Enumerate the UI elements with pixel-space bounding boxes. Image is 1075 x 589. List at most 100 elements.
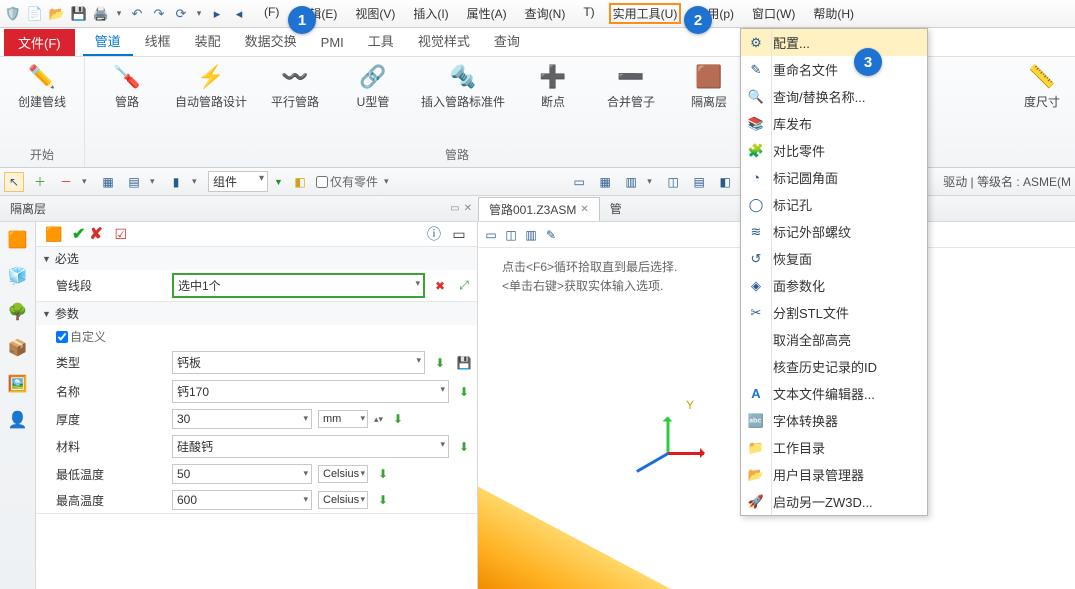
color-icon[interactable]: ▮ (166, 172, 186, 192)
download-icon[interactable]: ⬇ (374, 491, 392, 509)
vp-i3[interactable]: ▥ (522, 226, 540, 244)
menu-param[interactable]: ◈面参数化 (741, 272, 927, 299)
btn-route[interactable]: 🪛管路 (91, 61, 163, 109)
v6-icon[interactable]: ◧ (715, 172, 735, 192)
tab-tools[interactable]: 工具 (356, 27, 406, 56)
btn-dim[interactable]: 📏度尺寸 (1006, 61, 1075, 109)
menu-userdir[interactable]: 📂用户目录管理器 (741, 461, 927, 488)
menu-hole[interactable]: ◯标记孔 (741, 191, 927, 218)
section-params[interactable]: ▼参数 (36, 302, 477, 325)
sel-more[interactable]: ▾ (82, 176, 92, 187)
save-icon[interactable]: 💾 (70, 5, 88, 23)
close-panel-icon[interactable]: ✕ (464, 203, 472, 214)
name-input[interactable]: 钙170 (172, 380, 449, 403)
menu-restore[interactable]: ↺恢复面 (741, 245, 927, 272)
print-icon[interactable]: 🖨️ (92, 5, 110, 23)
back-icon[interactable]: ◂ (230, 5, 248, 23)
menu-launch[interactable]: 🚀启动另一ZW3D... (741, 488, 927, 515)
seg-input[interactable]: 选中1个 (172, 273, 425, 298)
tab-visual[interactable]: 视觉样式 (406, 27, 482, 56)
menu-query[interactable]: 查询(N) (521, 3, 570, 24)
refresh-icon[interactable]: ⟳ (172, 5, 190, 23)
qat-more-icon[interactable]: ▾ (114, 5, 124, 23)
redo-icon[interactable]: ↷ (150, 5, 168, 23)
doctab-2[interactable]: 管 (600, 197, 632, 220)
new-icon[interactable]: 📄 (26, 5, 44, 23)
tab-query2[interactable]: 查询 (482, 27, 532, 56)
v3-icon[interactable]: ▥ (621, 172, 641, 192)
menu-file[interactable]: (F) (260, 3, 283, 24)
doctab-1[interactable]: 管路001.Z3ASM✕ (478, 197, 600, 221)
vp-i2[interactable]: ◫ (502, 226, 520, 244)
tab-pipe[interactable]: 管道 (83, 27, 133, 56)
dock-icon[interactable]: ▭ (450, 203, 459, 214)
tab-asm[interactable]: 装配 (183, 27, 233, 56)
filter-icon[interactable]: ▼ (274, 177, 284, 187)
btn-create-pipeline[interactable]: ✏️创建管线 (6, 61, 78, 109)
filter1-icon[interactable]: ▦ (98, 172, 118, 192)
rail-tree-icon[interactable]: 🌳 (6, 300, 30, 324)
menu-unhl[interactable]: 取消全部高亮 (741, 326, 927, 353)
tmax-input[interactable]: 600 (172, 490, 312, 510)
file-tab[interactable]: 文件(F) (4, 29, 75, 56)
f-more[interactable]: ▾ (150, 176, 160, 187)
plus-icon[interactable]: ＋ (30, 172, 50, 192)
rail-cube-icon[interactable]: 🧊 (6, 264, 30, 288)
menu-histid[interactable]: 核查历史记录的ID (741, 353, 927, 380)
section-required[interactable]: ▼必选 (36, 247, 477, 270)
menu-thread[interactable]: ≋标记外部螺纹 (741, 218, 927, 245)
menu-rename[interactable]: ✎重命名文件 (741, 56, 927, 83)
rail-pipe-icon[interactable]: 🟧 (6, 228, 30, 252)
rail-box-icon[interactable]: 📦 (6, 336, 30, 360)
menu-config[interactable]: ⚙配置... (741, 29, 927, 56)
btn-merge[interactable]: ➖合并管子 (595, 61, 667, 109)
menu-attr[interactable]: 属性(A) (463, 3, 511, 24)
undo-icon[interactable]: ↶ (128, 5, 146, 23)
v2-icon[interactable]: ▦ (595, 172, 615, 192)
menu-insert[interactable]: 插入(I) (409, 3, 452, 24)
help-icon[interactable]: ▭ (445, 224, 473, 244)
c-more[interactable]: ▾ (192, 176, 202, 187)
menu-help[interactable]: 帮助(H) (809, 3, 858, 24)
tmax-unit[interactable]: Celsius (318, 491, 368, 509)
menu-view[interactable]: 视图(V) (351, 3, 399, 24)
custom-check[interactable]: 自定义 (56, 328, 106, 345)
vp-i1[interactable]: ▭ (482, 226, 500, 244)
close-icon[interactable]: ✕ (580, 204, 588, 215)
play-icon[interactable]: ▸ (208, 5, 226, 23)
download-icon[interactable]: ⬇ (455, 438, 473, 456)
download-icon[interactable]: ⬇ (374, 465, 392, 483)
box-icon[interactable]: ◧ (290, 172, 310, 192)
menu-replace[interactable]: 🔍查询/替换名称... (741, 83, 927, 110)
info-icon[interactable]: ⓘ (427, 224, 441, 244)
menu-utilities[interactable]: 实用工具(U) (609, 3, 682, 24)
v-more[interactable]: ▾ (647, 176, 657, 187)
vp-i4[interactable]: ✎ (542, 226, 560, 244)
btn-u-pipe[interactable]: 🔗U型管 (337, 61, 409, 109)
v1-icon[interactable]: ▭ (569, 172, 589, 192)
download-icon[interactable]: ⬇ (431, 354, 449, 372)
download-icon[interactable]: ⬇ (389, 410, 407, 428)
download-icon[interactable]: ⬇ (455, 383, 473, 401)
scope-combo[interactable]: 组件 (208, 171, 268, 192)
type-input[interactable]: 钙板 (172, 351, 425, 374)
tab-pmi[interactable]: PMI (309, 31, 356, 56)
tab-wire[interactable]: 线框 (133, 27, 183, 56)
expand-icon[interactable]: ⤢ (455, 277, 473, 295)
minus-icon[interactable]: － (56, 172, 76, 192)
menu-texted[interactable]: A文本文件编辑器... (741, 380, 927, 407)
menu-font[interactable]: 🔤字体转换器 (741, 407, 927, 434)
btn-parallel[interactable]: 〰️平行管路 (259, 61, 331, 109)
tmin-unit[interactable]: Celsius (318, 465, 368, 483)
thick-input[interactable]: 30 (172, 409, 312, 429)
v5-icon[interactable]: ▤ (689, 172, 709, 192)
po-more[interactable]: ▾ (384, 176, 394, 187)
btn-insert-std[interactable]: 🔩插入管路标准件 (415, 61, 511, 109)
cursor-icon[interactable]: ↖ (4, 172, 24, 192)
tmin-input[interactable]: 50 (172, 464, 312, 484)
menu-t[interactable]: T) (579, 3, 598, 24)
v4-icon[interactable]: ◫ (663, 172, 683, 192)
menu-compare[interactable]: 🧩对比零件 (741, 137, 927, 164)
menu-workdir[interactable]: 📁工作目录 (741, 434, 927, 461)
reset-icon[interactable]: ☑ (107, 224, 135, 244)
